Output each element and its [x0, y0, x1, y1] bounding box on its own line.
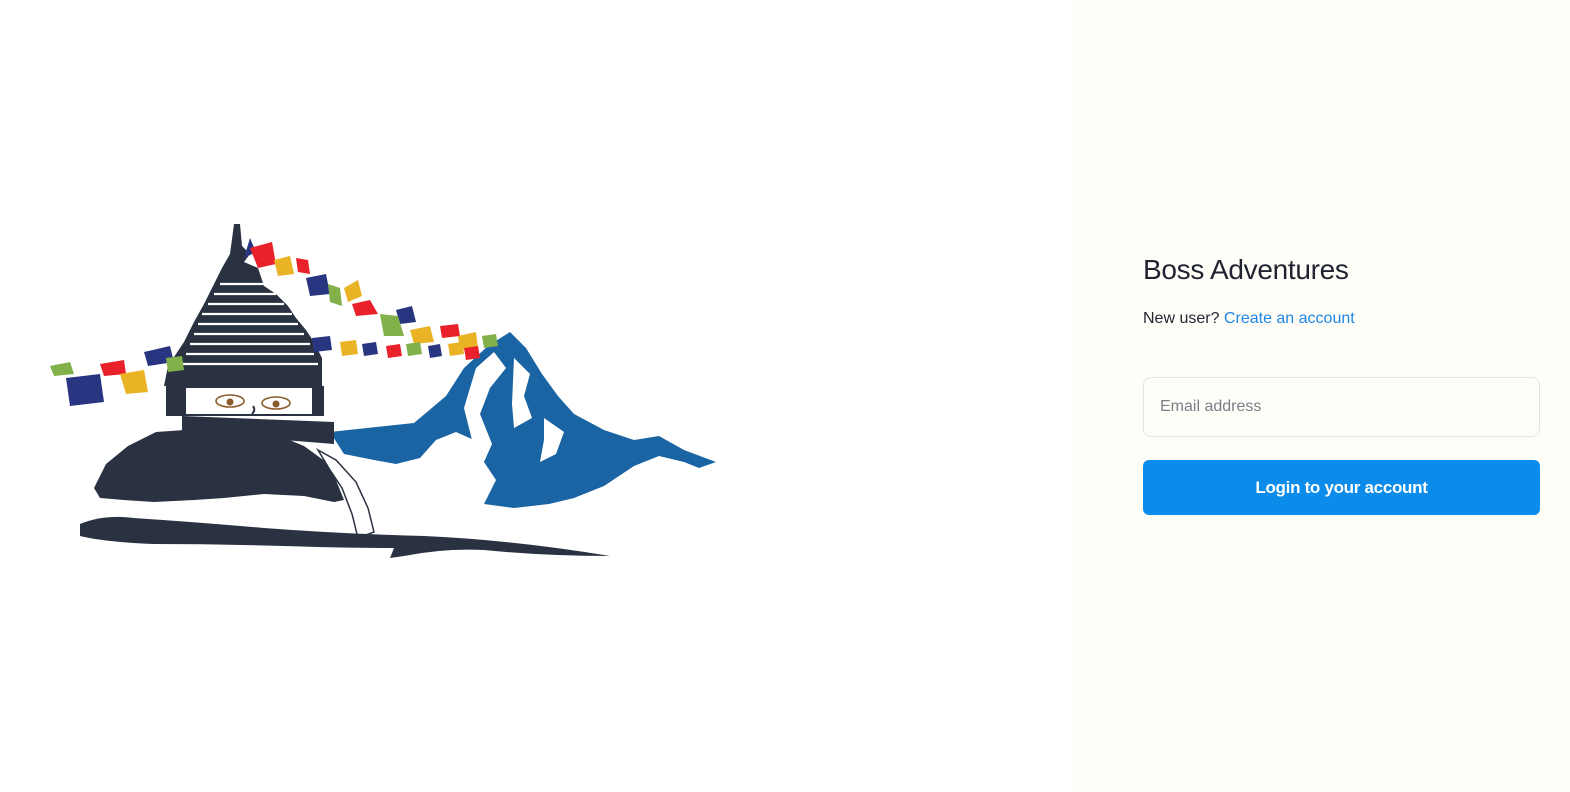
stupa-mountain-illustration	[50, 224, 716, 558]
login-panel: Boss Adventures New user? Create an acco…	[1072, 0, 1570, 792]
login-page: Boss Adventures New user? Create an acco…	[0, 0, 1570, 792]
login-button[interactable]: Login to your account	[1143, 460, 1540, 515]
signup-line: New user? Create an account	[1143, 308, 1540, 330]
login-form: Boss Adventures New user? Create an acco…	[1143, 252, 1540, 515]
create-account-link[interactable]: Create an account	[1224, 310, 1355, 327]
stupa-base	[80, 516, 610, 558]
email-field[interactable]	[1143, 377, 1540, 437]
brand-title: Boss Adventures	[1143, 254, 1349, 285]
signup-prompt: New user?	[1143, 310, 1220, 327]
hero-panel	[0, 0, 1072, 792]
